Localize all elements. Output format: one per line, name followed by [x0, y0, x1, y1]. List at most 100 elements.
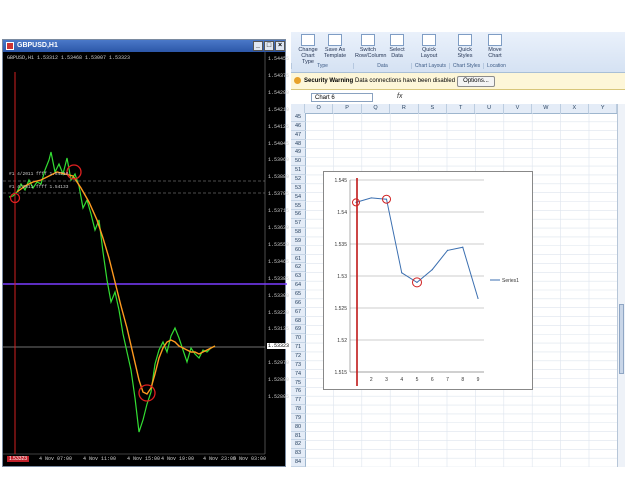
row-header-83[interactable]: 83 [291, 449, 305, 459]
data-point [446, 249, 449, 251]
security-warning-bar: Security Warning Data connections have b… [291, 73, 625, 90]
row-header-55[interactable]: 55 [291, 202, 305, 211]
column-header-r[interactable]: R [390, 104, 419, 113]
trading-chart-window[interactable]: GBPUSD,H1 _ □ × GBPUSD,H1 1.53312 1.5346… [2, 39, 291, 468]
row-header-82[interactable]: 82 [291, 440, 305, 450]
price-axis-label: 1.53795 [268, 191, 290, 198]
row-header-61[interactable]: 61 [291, 255, 305, 264]
minimize-button[interactable]: _ [253, 41, 263, 51]
row-header-67[interactable]: 67 [291, 308, 305, 317]
select-data-button[interactable]: Select Data [384, 34, 410, 59]
level-label-2: #1 4/2011 ffff 1.54133 [9, 185, 69, 190]
y-tick-label: 1.52 [337, 338, 347, 344]
row-header-46[interactable]: 46 [291, 122, 305, 131]
fx-icon[interactable]: fx [397, 93, 402, 100]
embedded-chart-svg: 1.545 1.54 1.535 1.53 1.525 1.52 1.515 2 3 4 5 6 7 8 9… [334, 178, 519, 386]
quick-styles-icon [458, 34, 472, 46]
name-box[interactable]: Chart 6 [311, 93, 373, 102]
row-header-64[interactable]: 64 [291, 281, 305, 290]
embedded-chart[interactable]: 1.545 1.54 1.535 1.53 1.525 1.52 1.515 2 3 4 5 6 7 8 9… [323, 171, 533, 390]
switch-row-column-button[interactable]: Switch Row/Column [355, 34, 386, 59]
row-header-69[interactable]: 69 [291, 325, 305, 335]
window-titlebar[interactable]: GBPUSD,H1 _ □ × [3, 40, 285, 52]
column-header-s[interactable]: S [419, 104, 447, 113]
price-axis-label: 1.54375 [268, 72, 290, 79]
row-header-75[interactable]: 75 [291, 379, 305, 388]
security-options-button[interactable]: Options... [457, 76, 495, 87]
column-header-x[interactable]: X [561, 104, 589, 113]
row-header-56[interactable]: 56 [291, 210, 305, 220]
price-axis-label: 1.52890 [268, 377, 290, 384]
row-header-57[interactable]: 57 [291, 219, 305, 229]
row-header-48[interactable]: 48 [291, 140, 305, 149]
row-header-68[interactable]: 68 [291, 317, 305, 326]
column-header-w[interactable]: W [532, 104, 561, 113]
quick-styles-button[interactable]: Quick Styles [451, 34, 479, 59]
column-header-t[interactable]: T [447, 104, 476, 113]
row-header-50[interactable]: 50 [291, 157, 305, 167]
column-header-u[interactable]: U [475, 104, 504, 113]
row-header-76[interactable]: 76 [291, 387, 305, 397]
window-title: GBPUSD,H1 [17, 42, 58, 49]
save-as-template-button[interactable]: Save As Template [322, 34, 348, 59]
row-header-52[interactable]: 52 [291, 175, 305, 184]
row-header-77[interactable]: 77 [291, 396, 305, 406]
row-header-53[interactable]: 53 [291, 184, 305, 193]
vertical-scrollbar[interactable] [617, 104, 625, 467]
time-axis-label: 4 Nov 11:00 [83, 456, 117, 462]
change-chart-type-button[interactable]: Change Chart Type [295, 34, 321, 65]
ribbon-group-location: Location [483, 63, 509, 69]
security-warning-message: Data connections have been disabled [355, 78, 456, 84]
row-header-73[interactable]: 73 [291, 361, 305, 370]
row-header-58[interactable]: 58 [291, 228, 305, 237]
price-axis-label: 1.53880 [268, 174, 290, 181]
column-header-v[interactable]: V [504, 104, 533, 113]
row-header-51[interactable]: 51 [291, 166, 305, 175]
row-header-63[interactable]: 63 [291, 272, 305, 282]
row-headers: 45 46 47 48 49 50 51 52 53 54 55 56 57 58 59 60 61 62 63 64… [291, 113, 306, 467]
scrollbar-thumb[interactable] [619, 304, 624, 374]
row-header-62[interactable]: 62 [291, 263, 305, 273]
row-header-72[interactable]: 72 [291, 352, 305, 361]
column-header-y[interactable]: Y [589, 104, 618, 113]
legend-label: Series1 [502, 278, 519, 284]
close-button[interactable]: × [275, 41, 285, 51]
column-header-o[interactable]: O [305, 104, 334, 113]
chart-tools-ribbon: Change Chart Type Save As Template Switc… [291, 32, 625, 73]
excel-window[interactable]: Change Chart Type Save As Template Switc… [291, 0, 625, 467]
y-tick-label: 1.535 [334, 242, 347, 248]
row-header-45[interactable]: 45 [291, 113, 305, 122]
select-all-corner[interactable] [291, 104, 305, 113]
price-axis-label: 1.54290 [268, 89, 290, 96]
row-header-79[interactable]: 79 [291, 414, 305, 423]
row-header-70[interactable]: 70 [291, 334, 305, 344]
price-axis-label: 1.53300 [268, 292, 290, 299]
row-header-78[interactable]: 78 [291, 405, 305, 414]
row-header-59[interactable]: 59 [291, 237, 305, 246]
row-header-80[interactable]: 80 [291, 423, 305, 432]
quick-layout-button[interactable]: Quick Layout [415, 34, 443, 59]
x-tick-label: 9 [477, 377, 480, 383]
x-tick-label: 6 [431, 377, 434, 383]
maximize-button[interactable]: □ [264, 41, 274, 51]
row-header-74[interactable]: 74 [291, 370, 305, 379]
row-header-71[interactable]: 71 [291, 343, 305, 352]
row-header-60[interactable]: 60 [291, 246, 305, 255]
move-chart-button[interactable]: Move Chart [483, 34, 507, 59]
slow-line [16, 171, 216, 395]
row-header-49[interactable]: 49 [291, 148, 305, 158]
row-header-66[interactable]: 66 [291, 299, 305, 308]
row-header-47[interactable]: 47 [291, 131, 305, 140]
column-header-p[interactable]: P [333, 104, 362, 113]
column-header-q[interactable]: Q [362, 104, 391, 113]
row-header-65[interactable]: 65 [291, 290, 305, 299]
price-axis-label: 1.53220 [268, 309, 290, 316]
price-axis-label: 1.53550 [268, 241, 290, 248]
row-header-81[interactable]: 81 [291, 432, 305, 441]
price-chart-area[interactable]: GBPUSD,H1 1.53312 1.53468 1.53007 1.5332… [3, 52, 291, 468]
x-tick-label: 3 [385, 377, 388, 383]
y-tick-label: 1.53 [337, 274, 347, 280]
row-header-54[interactable]: 54 [291, 193, 305, 202]
move-chart-label: Move Chart [488, 47, 502, 59]
row-header-84[interactable]: 84 [291, 458, 305, 467]
